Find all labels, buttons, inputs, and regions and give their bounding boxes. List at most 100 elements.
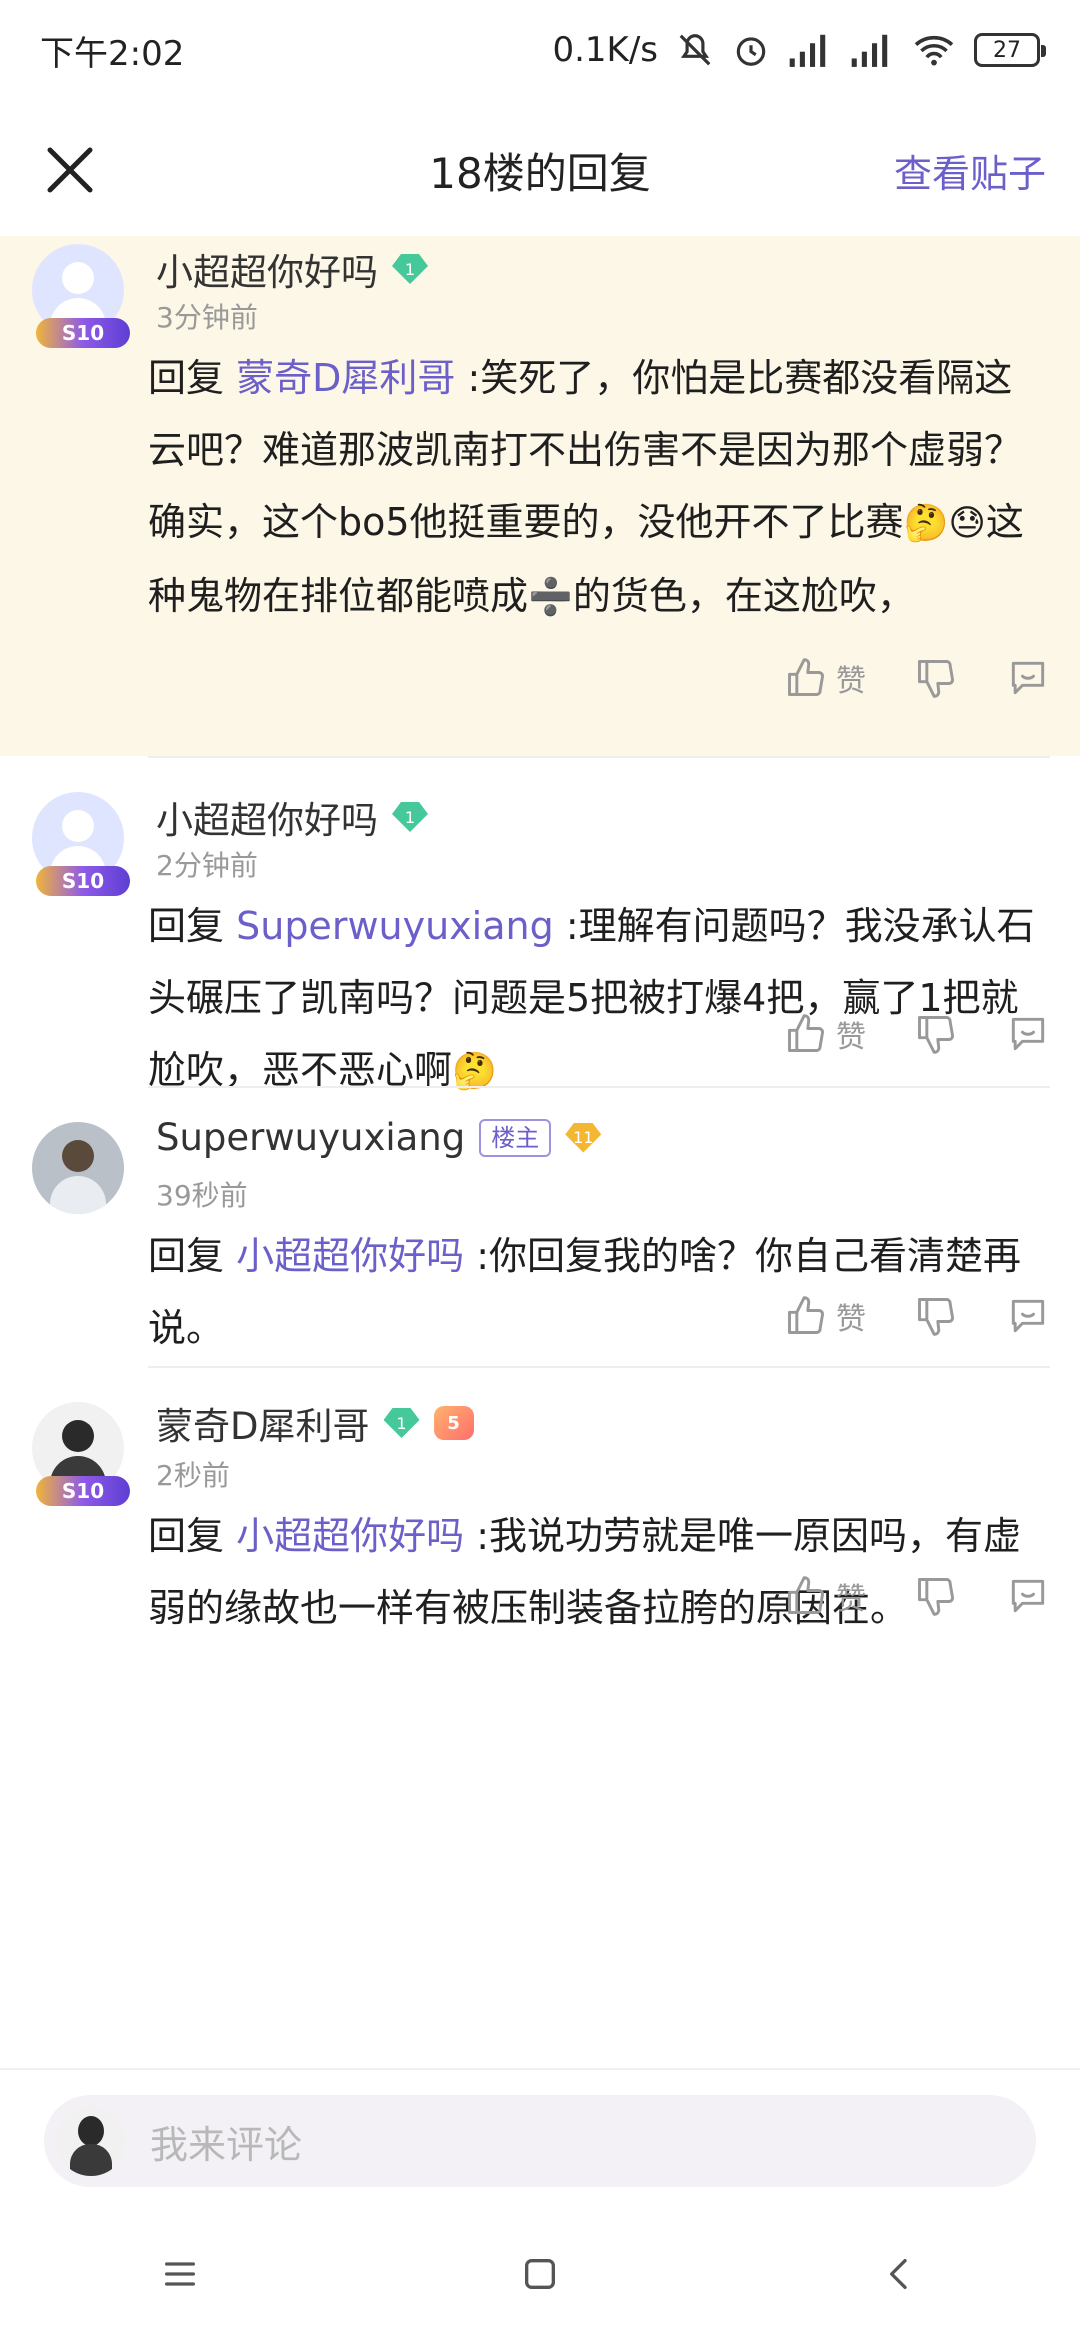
like-button[interactable]: 赞	[784, 1574, 866, 1618]
mute-icon	[679, 34, 711, 66]
comment-input-placeholder: 我来评论	[150, 2122, 303, 2167]
thumbs-up-icon	[788, 1576, 824, 1614]
comment-actions: 赞	[736, 1012, 1050, 1056]
reply-list: S10 小超超你好吗 1 3分钟前 回复 蒙奇D犀利哥 :笑死了，你怕是比赛都没…	[0, 236, 1080, 1646]
username[interactable]: 小超超你好吗 1	[156, 242, 428, 296]
mention-link[interactable]: 小超超你好吗	[236, 1514, 464, 1558]
close-button[interactable]	[40, 140, 100, 200]
level-badge-icon: 1	[392, 802, 428, 832]
comment-item: S10 小超超你好吗 1 2分钟前 回复 Superwuyuxiang :理解有…	[0, 756, 1080, 1092]
s10-badge: S10	[36, 866, 130, 896]
thumbs-up-icon	[788, 658, 824, 696]
avatar[interactable]: S10	[32, 244, 130, 348]
thumbs-down-icon	[918, 1298, 954, 1336]
emoji: 😓	[948, 503, 986, 544]
reply-prefix: 回复	[148, 1234, 225, 1278]
dislike-button[interactable]	[914, 1294, 958, 1338]
avatar[interactable]: S10	[32, 1402, 130, 1506]
back-button[interactable]	[860, 2234, 940, 2314]
thumbs-down-icon	[918, 1578, 954, 1616]
home-icon	[525, 2259, 555, 2289]
like-button[interactable]: 赞	[784, 1012, 866, 1056]
comment-content: 回复 小超超你好吗 :你回复我的啥？你自己看清楚再说。	[148, 1220, 1048, 1364]
reply-button[interactable]	[1006, 1012, 1050, 1056]
close-icon	[47, 147, 93, 193]
view-post-link[interactable]: 查看贴子	[894, 143, 1046, 198]
comment-text: 的货色，在这尬吹，	[572, 574, 915, 618]
system-nav-bar	[0, 2208, 1080, 2340]
comment-item: S10 小超超你好吗 1 3分钟前 回复 蒙奇D犀利哥 :笑死了，你怕是比赛都没…	[0, 236, 1080, 756]
username-text: 小超超你好吗	[156, 251, 378, 294]
username[interactable]: 小超超你好吗 1	[156, 790, 428, 844]
username[interactable]: 蒙奇D犀利哥 1 5	[156, 1396, 474, 1450]
alarm-icon	[736, 37, 766, 66]
avatar[interactable]	[32, 1122, 128, 1218]
top-bar: 18楼的回复 查看贴子	[0, 100, 1080, 240]
like-button[interactable]: 赞	[784, 656, 866, 700]
username-text: Superwuyuxiang	[156, 1116, 466, 1159]
comment-actions: 赞	[736, 1294, 1050, 1338]
username[interactable]: Superwuyuxiang 楼主 11	[156, 1116, 602, 1159]
like-button[interactable]: 赞	[784, 1294, 866, 1338]
divider	[148, 756, 1050, 758]
thumbs-down-icon	[918, 1016, 954, 1054]
comment-item: Superwuyuxiang 楼主 11 39秒前 回复 小超超你好吗 :你回复…	[0, 1086, 1080, 1366]
comment-time: 2秒前	[156, 1459, 230, 1492]
net-speed: 0.1K/s	[552, 30, 658, 70]
reply-prefix: 回复	[148, 1514, 225, 1558]
comment-time: 2分钟前	[156, 849, 258, 882]
reply-button[interactable]	[1006, 1574, 1050, 1618]
wifi-icon	[914, 35, 954, 66]
comment-actions: 赞	[736, 656, 1050, 700]
menu-icon	[165, 2262, 195, 2286]
comment-item: S10 蒙奇D犀利哥 1 5 2秒前 回复 小超超你好吗 :我说功劳就是唯一原因…	[0, 1366, 1080, 1646]
username-text: 小超超你好吗	[156, 799, 378, 842]
comment-content: 回复 蒙奇D犀利哥 :笑死了，你怕是比赛都没看隔这云吧？难道那波凯南打不出伤害不…	[148, 342, 1048, 634]
signal-icon	[789, 34, 826, 67]
comment-time: 39秒前	[156, 1179, 248, 1212]
thumbs-up-icon	[788, 1296, 824, 1334]
emoji: 🤔	[903, 503, 949, 544]
comment-content: 回复 小超超你好吗 :我说功劳就是唯一原因吗，有虚弱的缘故也一样有被压制装备拉胯…	[148, 1500, 1048, 1644]
comment-icon	[1011, 1579, 1045, 1613]
thumbs-up-icon	[788, 1014, 824, 1052]
owner-tag: 楼主	[479, 1118, 552, 1157]
my-avatar	[56, 2106, 126, 2176]
level-badge-icon: 11	[565, 1122, 602, 1153]
mention-link[interactable]: Superwuyuxiang	[236, 904, 554, 948]
level-badge-icon: 1	[392, 254, 428, 284]
s10-badge: S10	[36, 1476, 130, 1506]
emoji: ➗	[528, 577, 573, 618]
divider	[148, 1366, 1050, 1368]
comment-icon	[1011, 1017, 1045, 1051]
menu-button[interactable]	[140, 2234, 220, 2314]
level-badge-icon: 1	[383, 1408, 420, 1438]
comment-input-bar: 我来评论	[0, 2068, 1080, 2208]
thumbs-down-icon	[918, 660, 954, 698]
comment-time: 3分钟前	[156, 301, 258, 334]
mention-link[interactable]: 小超超你好吗	[236, 1234, 464, 1278]
signal-icon	[851, 34, 888, 67]
comment-content: 回复 Superwuyuxiang :理解有问题吗？我没承认石头碾压了凯南吗？问…	[148, 890, 1048, 1108]
avatar[interactable]: S10	[32, 792, 130, 896]
like-label: 赞	[836, 1020, 866, 1055]
dislike-button[interactable]	[914, 656, 958, 700]
dislike-button[interactable]	[914, 1012, 958, 1056]
username-text: 蒙奇D犀利哥	[156, 1405, 370, 1448]
mention-link[interactable]: 蒙奇D犀利哥	[236, 356, 455, 400]
battery-icon: 27	[974, 33, 1046, 67]
divider	[148, 1086, 1050, 1088]
game-badge-icon: 5	[433, 1406, 474, 1440]
comment-icon	[1011, 661, 1045, 695]
reply-button[interactable]	[1006, 1294, 1050, 1338]
reply-prefix: 回复	[148, 904, 225, 948]
reply-button[interactable]	[1006, 656, 1050, 700]
back-icon	[890, 2259, 907, 2289]
status-icons: 0.1K/s 27	[552, 30, 1046, 70]
comment-input[interactable]: 我来评论	[44, 2095, 1036, 2187]
reply-prefix: 回复	[148, 356, 225, 400]
home-button[interactable]	[500, 2234, 580, 2314]
comment-icon	[1011, 1299, 1045, 1333]
dislike-button[interactable]	[914, 1574, 958, 1618]
like-label: 赞	[836, 664, 866, 699]
